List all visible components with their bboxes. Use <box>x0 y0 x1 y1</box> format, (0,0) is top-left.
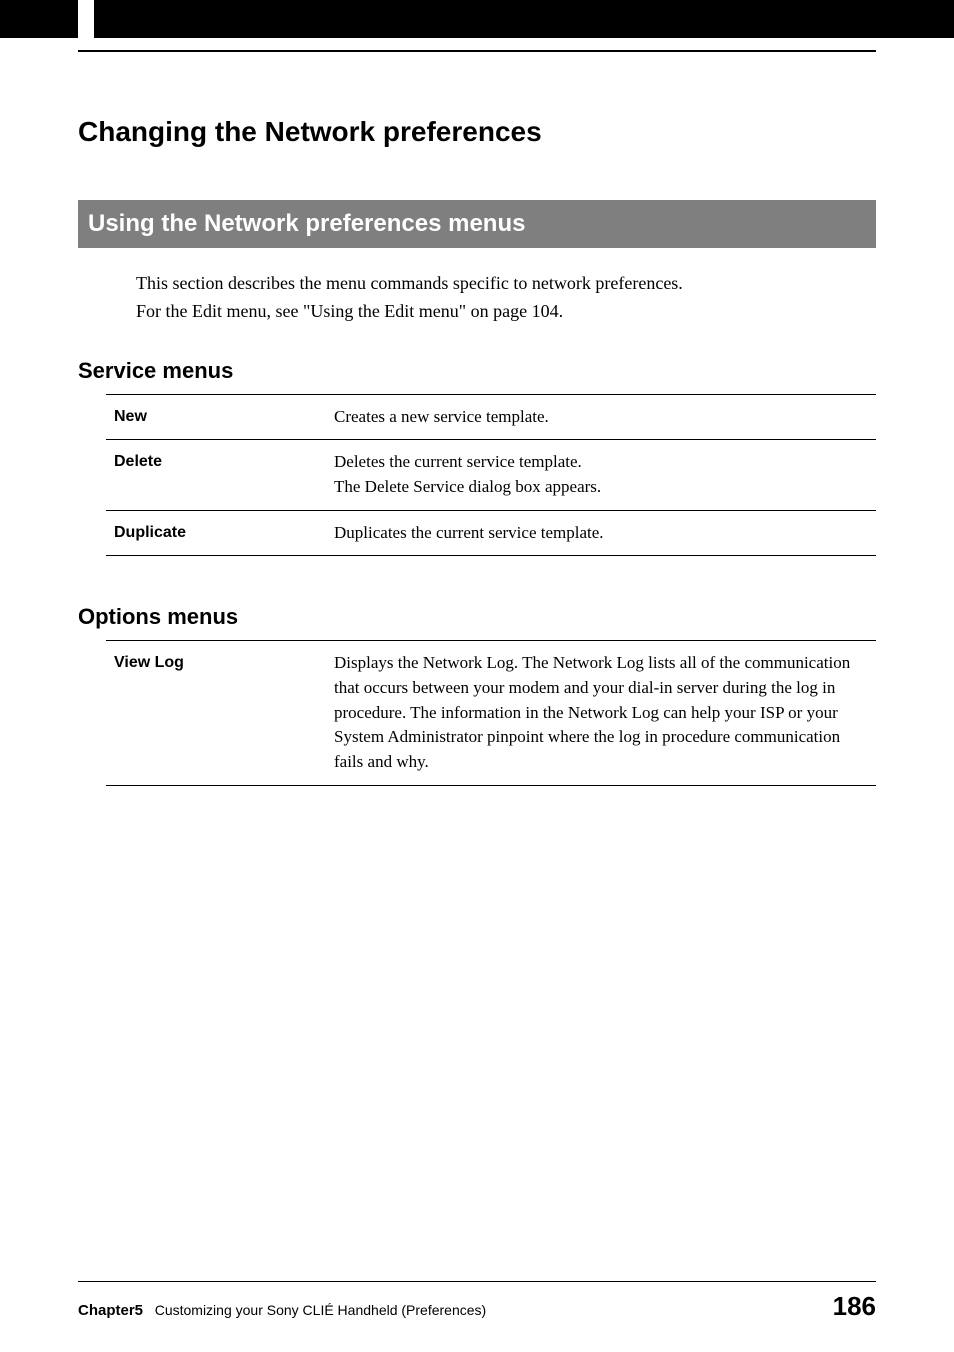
menu-name: New <box>106 394 326 440</box>
chapter-title <box>147 1302 155 1318</box>
table-row: Duplicate Duplicates the current service… <box>106 510 876 556</box>
section-banner: Using the Network preferences menus <box>78 200 876 248</box>
table-row: View Log Displays the Network Log. The N… <box>106 641 876 785</box>
header-rule <box>78 50 876 52</box>
service-menus-table: New Creates a new service template. Dele… <box>106 394 876 557</box>
menu-desc: Displays the Network Log. The Network Lo… <box>326 641 876 785</box>
options-menus-table: View Log Displays the Network Log. The N… <box>106 640 876 785</box>
menu-desc: Deletes the current service template. Th… <box>326 440 876 510</box>
footer: Chapter5 Customizing your Sony CLIÉ Hand… <box>78 1291 876 1322</box>
page-title: Changing the Network preferences <box>78 116 876 148</box>
header-bar <box>0 0 954 38</box>
header-stripe <box>78 0 94 38</box>
service-menus-heading: Service menus <box>78 358 876 384</box>
table-row: New Creates a new service template. <box>106 394 876 440</box>
chapter-title-text: Customizing your Sony CLIÉ Handheld (Pre… <box>155 1302 487 1318</box>
page-content: Changing the Network preferences Using t… <box>0 38 954 786</box>
intro-line: For the Edit menu, see "Using the Edit m… <box>136 298 876 326</box>
menu-desc: Duplicates the current service template. <box>326 510 876 556</box>
menu-name: Delete <box>106 440 326 510</box>
chapter-label: Chapter5 <box>78 1302 143 1319</box>
menu-name: View Log <box>106 641 326 785</box>
menu-desc: Creates a new service template. <box>326 394 876 440</box>
options-menus-heading: Options menus <box>78 604 876 630</box>
table-row: Delete Deletes the current service templ… <box>106 440 876 510</box>
intro-line: This section describes the menu commands… <box>136 270 876 298</box>
footer-rule <box>78 1281 876 1283</box>
menu-name: Duplicate <box>106 510 326 556</box>
page-number: 186 <box>833 1291 876 1322</box>
footer-left: Chapter5 Customizing your Sony CLIÉ Hand… <box>78 1302 486 1319</box>
intro-text: This section describes the menu commands… <box>136 270 876 326</box>
